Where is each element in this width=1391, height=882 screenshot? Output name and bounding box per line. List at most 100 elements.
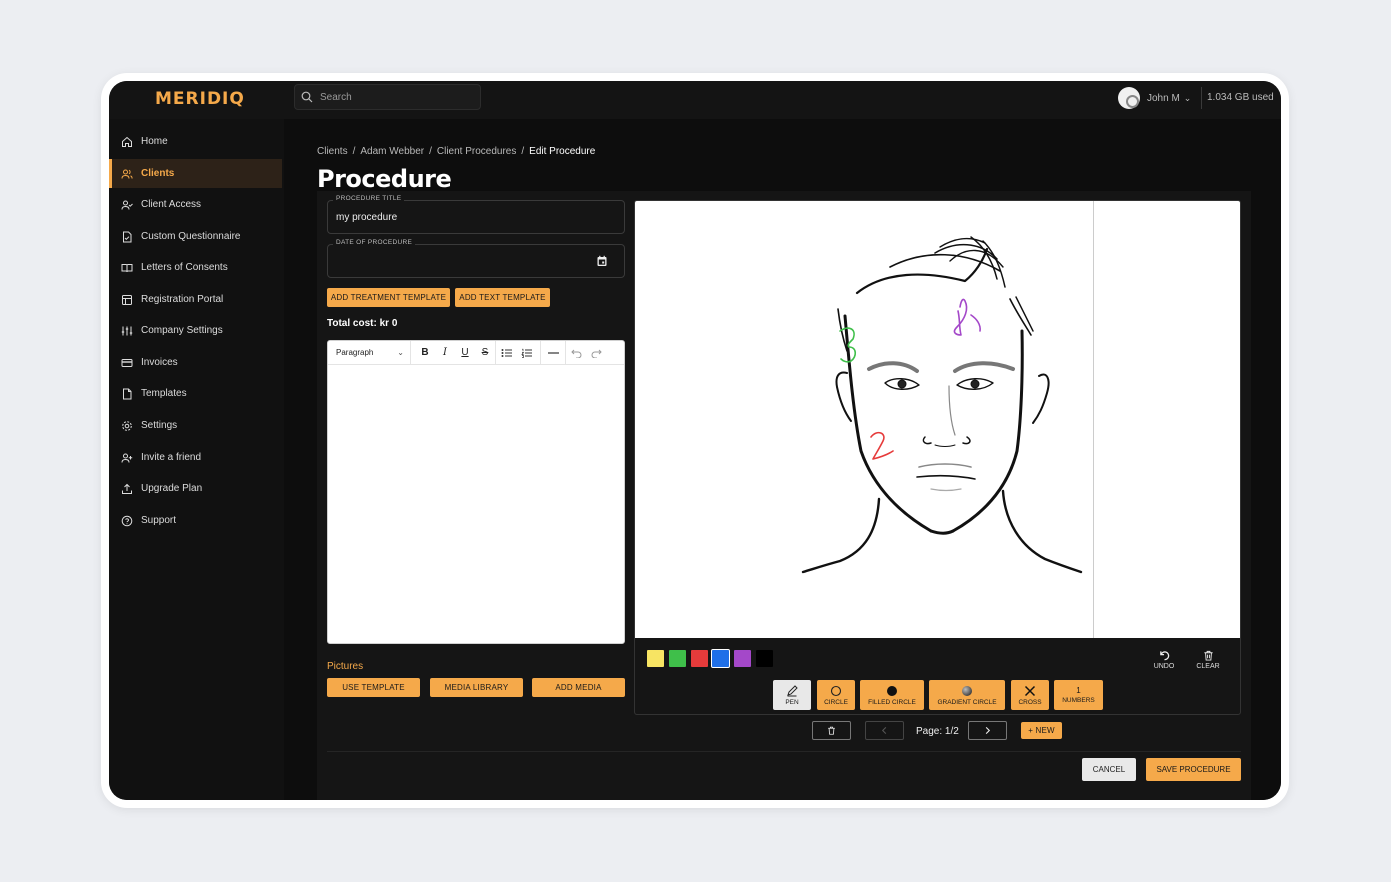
strikethrough-button[interactable]: S bbox=[475, 341, 495, 365]
sidebar-item-templates[interactable]: Templates bbox=[109, 379, 282, 408]
undo-icon bbox=[570, 349, 581, 358]
next-page-button[interactable] bbox=[968, 721, 1007, 740]
sidebar: Home Clients Client Access Custom Questi… bbox=[109, 119, 284, 800]
sidebar-item-label: Settings bbox=[141, 420, 178, 431]
circle-icon bbox=[830, 685, 842, 696]
app-logo[interactable]: MERIDIQ bbox=[155, 89, 245, 109]
search-icon bbox=[301, 91, 313, 103]
sidebar-item-home[interactable]: Home bbox=[109, 127, 282, 156]
pen-icon bbox=[787, 684, 798, 696]
sidebar-item-upgrade-plan[interactable]: Upgrade Plan bbox=[109, 474, 282, 503]
save-procedure-button[interactable]: SAVE PROCEDURE bbox=[1146, 758, 1241, 781]
add-treatment-template-button[interactable]: ADD TREATMENT TEMPLATE bbox=[327, 288, 450, 307]
pen-tool-button[interactable]: PEN bbox=[773, 680, 811, 710]
undo-drawing-button[interactable]: UNDO bbox=[1149, 650, 1179, 672]
block-format-select[interactable]: Paragraph ⌄ bbox=[328, 340, 411, 365]
add-media-button[interactable]: ADD MEDIA bbox=[532, 678, 625, 697]
color-swatch-purple[interactable] bbox=[734, 650, 751, 667]
sidebar-item-label: Client Access bbox=[141, 199, 202, 210]
sidebar-item-label: Invoices bbox=[141, 357, 178, 368]
bullet-list-icon bbox=[501, 348, 512, 357]
top-bar: MERIDIQ Search John M ⌄ 1.034 GB used bbox=[109, 81, 1281, 119]
cross-tool-button[interactable]: CROSS bbox=[1011, 680, 1049, 710]
user-name: John M bbox=[1147, 92, 1180, 104]
gradient-circle-tool-button[interactable]: GRADIENT CIRCLE bbox=[929, 680, 1005, 710]
redo-button[interactable] bbox=[586, 341, 606, 365]
sidebar-item-clients[interactable]: Clients bbox=[109, 159, 282, 188]
sidebar-item-client-access[interactable]: Client Access bbox=[109, 190, 282, 219]
filled-circle-icon bbox=[887, 685, 897, 696]
numbered-list-icon bbox=[520, 348, 532, 358]
color-swatch-green[interactable] bbox=[669, 650, 686, 667]
trash-icon bbox=[1203, 650, 1213, 661]
procedure-title-field[interactable]: PROCEDURE TITLE my procedure bbox=[327, 195, 625, 234]
chevron-left-icon bbox=[881, 726, 887, 735]
drawing-canvas[interactable]: 1 2 3 bbox=[635, 201, 1240, 638]
gradient-circle-icon bbox=[962, 685, 972, 696]
pen-label: PEN bbox=[785, 698, 799, 706]
color-swatch-red[interactable] bbox=[691, 650, 708, 667]
numbers-tool-button[interactable]: 1 NUMBERS bbox=[1054, 680, 1103, 710]
numbered-list-button[interactable] bbox=[516, 341, 536, 365]
filled-circle-tool-button[interactable]: FILLED CIRCLE bbox=[860, 680, 924, 710]
circle-label: CIRCLE bbox=[824, 698, 848, 706]
italic-button[interactable]: I bbox=[435, 341, 455, 365]
breadcrumb-client-name[interactable]: Adam Webber bbox=[360, 146, 424, 157]
color-swatch-black[interactable] bbox=[756, 650, 773, 667]
procedure-title-value: my procedure bbox=[336, 212, 398, 223]
sidebar-item-custom-questionnaire[interactable]: Custom Questionnaire bbox=[109, 222, 282, 251]
storage-used: 1.034 GB used bbox=[1207, 92, 1274, 103]
color-swatch-yellow[interactable] bbox=[647, 650, 664, 667]
delete-page-button[interactable] bbox=[812, 721, 851, 740]
rich-text-editor[interactable]: Paragraph ⌄ B I U S bbox=[327, 340, 625, 644]
cancel-button[interactable]: CANCEL bbox=[1082, 758, 1136, 781]
sidebar-item-invite-a-friend[interactable]: Invite a friend bbox=[109, 443, 282, 472]
bold-button[interactable]: B bbox=[415, 341, 435, 365]
add-text-template-button[interactable]: ADD TEXT TEMPLATE bbox=[455, 288, 550, 307]
sidebar-item-label: Support bbox=[141, 515, 177, 526]
sidebar-item-label: Upgrade Plan bbox=[141, 483, 203, 494]
search-input[interactable]: Search bbox=[294, 84, 481, 110]
circle-tool-button[interactable]: CIRCLE bbox=[817, 680, 855, 710]
sidebar-item-label: Company Settings bbox=[141, 325, 223, 336]
sidebar-item-support[interactable]: Support bbox=[109, 506, 282, 535]
underline-button[interactable]: U bbox=[455, 341, 475, 365]
trash-icon bbox=[828, 726, 835, 735]
avatar[interactable] bbox=[1118, 87, 1140, 109]
undo-icon bbox=[1159, 651, 1169, 661]
face-sketch-image bbox=[801, 236, 1083, 574]
date-of-procedure-field[interactable]: DATE OF PROCEDURE bbox=[327, 239, 625, 278]
sidebar-item-settings[interactable]: Settings bbox=[109, 411, 282, 440]
sidebar-item-registration-portal[interactable]: Registration Portal bbox=[109, 285, 282, 314]
sidebar-item-invoices[interactable]: Invoices bbox=[109, 348, 282, 377]
breadcrumb: Clients / Adam Webber / Client Procedure… bbox=[317, 146, 600, 157]
previous-page-button[interactable] bbox=[865, 721, 904, 740]
undo-button[interactable] bbox=[566, 341, 586, 365]
use-template-button[interactable]: USE TEMPLATE bbox=[327, 678, 420, 697]
total-cost: Total cost: kr 0 bbox=[327, 318, 398, 329]
user-check-icon bbox=[121, 200, 133, 210]
divider bbox=[1201, 87, 1202, 109]
media-library-button[interactable]: MEDIA LIBRARY bbox=[430, 678, 523, 697]
cross-label: CROSS bbox=[1018, 698, 1042, 706]
calendar-icon[interactable] bbox=[596, 255, 608, 267]
breadcrumb-separator: / bbox=[429, 146, 432, 157]
clear-drawing-button[interactable]: CLEAR bbox=[1193, 650, 1223, 672]
filled-circle-label: FILLED CIRCLE bbox=[868, 698, 916, 706]
sidebar-item-company-settings[interactable]: Company Settings bbox=[109, 316, 282, 345]
file-check-icon bbox=[123, 231, 132, 242]
clear-label: CLEAR bbox=[1196, 663, 1220, 670]
breadcrumb-client-procedures[interactable]: Client Procedures bbox=[437, 146, 516, 157]
color-swatch-blue[interactable] bbox=[711, 649, 730, 668]
sidebar-item-label: Invite a friend bbox=[141, 452, 202, 463]
editor-toolbar: Paragraph ⌄ B I U S bbox=[328, 340, 624, 365]
horizontal-rule-button[interactable] bbox=[541, 341, 565, 365]
upload-icon bbox=[122, 483, 132, 494]
breadcrumb-clients[interactable]: Clients bbox=[317, 146, 348, 157]
new-page-button[interactable]: + NEW bbox=[1021, 722, 1062, 739]
bullet-list-button[interactable] bbox=[496, 341, 516, 365]
sidebar-item-letters-of-consents[interactable]: Letters of Consents bbox=[109, 253, 282, 282]
user-menu[interactable]: John M ⌄ bbox=[1118, 87, 1191, 109]
cross-icon bbox=[1024, 685, 1036, 696]
sidebar-item-label: Home bbox=[141, 136, 168, 147]
